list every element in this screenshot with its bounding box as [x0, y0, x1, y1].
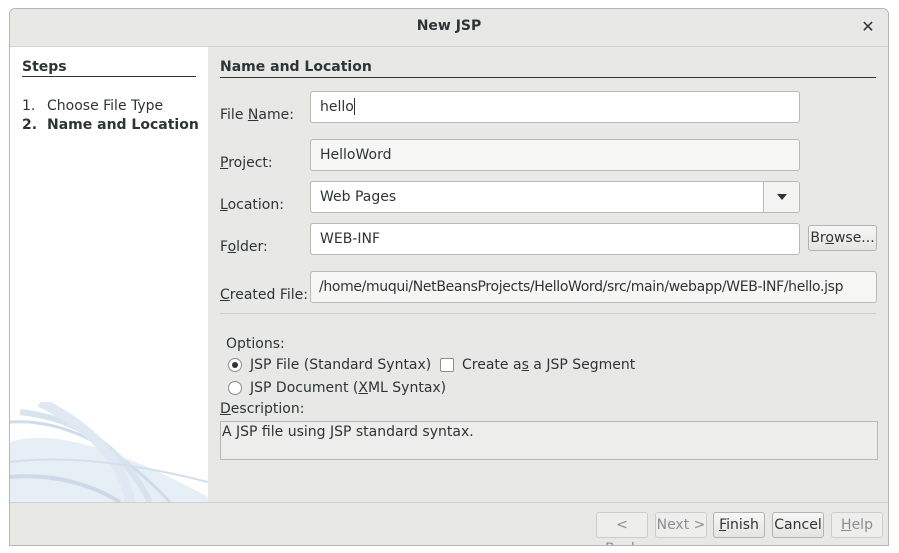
finish-button[interactable]: Finish — [713, 512, 765, 538]
title-bar: New JSP ✕ — [10, 9, 888, 47]
close-icon[interactable]: ✕ — [858, 17, 878, 37]
cancel-button[interactable]: Cancel — [772, 512, 824, 538]
new-jsp-dialog: New JSP ✕ Steps 1. Choose File Type 2. Nam… — [9, 8, 889, 546]
project-label: Project: — [220, 155, 273, 171]
file-name-label: File Name: — [220, 107, 294, 123]
description-text: A JSP file using JSP standard syntax. — [220, 421, 878, 460]
next-button[interactable]: Next > — [655, 512, 707, 538]
step-label: Name and Location — [47, 117, 199, 133]
created-file-label: Created File: — [220, 287, 309, 303]
button-bar: < Back Next > Finish Cancel Help — [10, 502, 888, 545]
file-name-input[interactable]: hello — [310, 91, 800, 123]
section-title: Name and Location — [220, 59, 876, 78]
location-value: Web Pages — [320, 189, 397, 205]
jsp-file-radio[interactable] — [228, 358, 242, 372]
chevron-down-icon[interactable] — [763, 182, 799, 212]
help-button[interactable]: Help — [831, 512, 883, 538]
location-label: Location: — [220, 197, 284, 213]
created-file-field: /home/muqui/NetBeansProjects/HelloWord/s… — [310, 271, 877, 303]
dialog-title: New JSP — [416, 18, 482, 34]
browse-button[interactable]: Browse... — [808, 225, 877, 251]
step-name-and-location: 2. Name and Location — [22, 117, 202, 133]
step-number: 2. — [22, 117, 38, 133]
location-select[interactable]: Web Pages — [310, 181, 800, 213]
main-panel: Name and Location File Name: hello Proje… — [208, 47, 888, 502]
jsp-document-radio[interactable] — [228, 381, 242, 395]
text-cursor — [353, 97, 355, 115]
jsp-file-radio-label[interactable]: JSP File (Standard Syntax) — [250, 357, 431, 373]
step-label: Choose File Type — [47, 98, 164, 114]
folder-input[interactable]: WEB-INF — [310, 223, 800, 255]
options-label: Options: — [226, 336, 285, 352]
jsp-segment-checkbox[interactable] — [440, 358, 454, 372]
steps-title: Steps — [22, 59, 196, 77]
project-field: HelloWord — [310, 139, 800, 171]
step-number: 1. — [22, 98, 36, 114]
description-label: Description: — [220, 401, 305, 417]
folder-label: Folder: — [220, 239, 268, 255]
wizard-decoration-image — [10, 402, 208, 502]
step-choose-file-type: 1. Choose File Type — [22, 98, 202, 114]
divider — [220, 313, 876, 314]
steps-panel: Steps 1. Choose File Type 2. Name and Loca… — [10, 47, 208, 502]
jsp-segment-checkbox-label[interactable]: Create as a JSP Segment — [462, 357, 635, 373]
jsp-document-radio-label[interactable]: JSP Document (XML Syntax) — [250, 380, 446, 396]
back-button[interactable]: < Back — [596, 512, 648, 545]
